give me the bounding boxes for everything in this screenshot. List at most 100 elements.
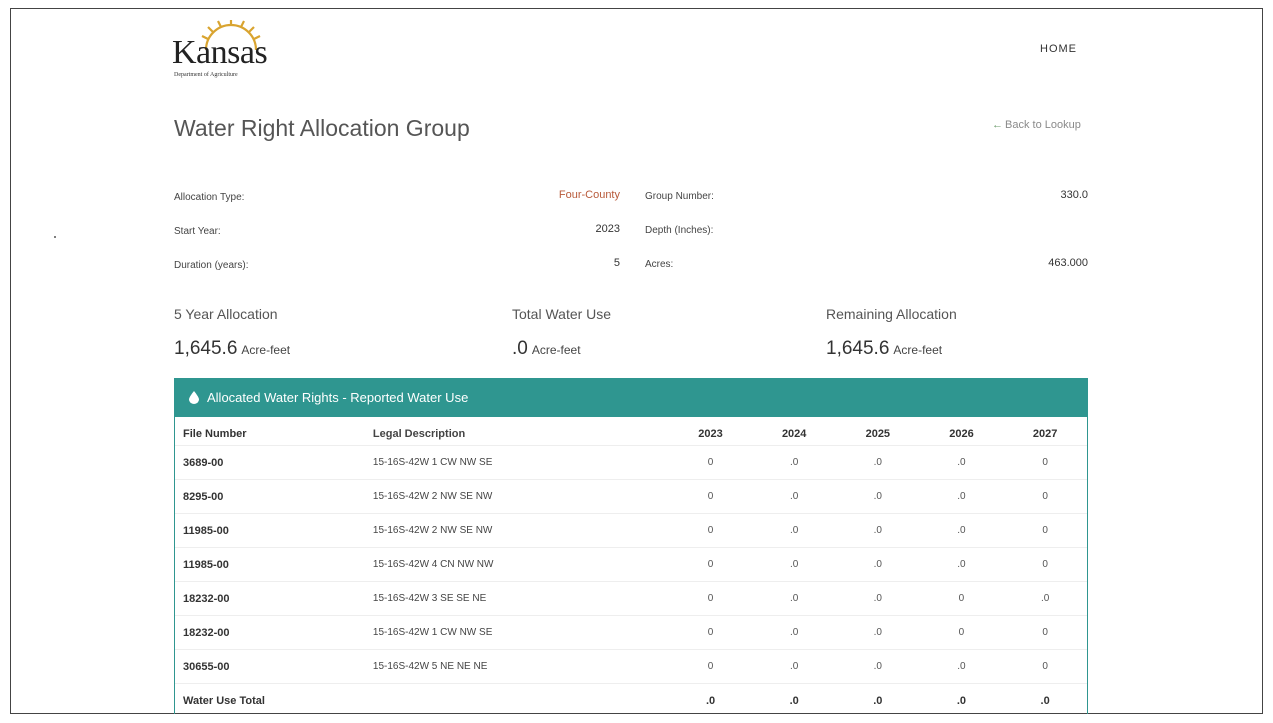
use-2027-cell: .0 xyxy=(1003,581,1087,616)
table-row: 18232-00 15-16S-42W 1 CW NW SE 0 .0 .0 0… xyxy=(175,615,1087,650)
legal-description-cell: 15-16S-42W 3 SE SE NE xyxy=(372,581,669,616)
table-row: 3689-00 15-16S-42W 1 CW NW SE 0 .0 .0 .0… xyxy=(175,445,1087,480)
use-2023-cell: 0 xyxy=(668,581,753,616)
total-2025-cell: .0 xyxy=(836,683,920,717)
legal-description-cell: 15-16S-42W 2 NW SE NW xyxy=(372,479,669,514)
use-2026-cell: 0 xyxy=(919,581,1004,616)
file-number-cell[interactable]: 18232-00 xyxy=(175,581,373,616)
total-label-cell: Water Use Total xyxy=(175,683,373,717)
table-row: 11985-00 15-16S-42W 4 CN NW NW 0 .0 .0 .… xyxy=(175,547,1087,582)
use-2026-cell: 0 xyxy=(919,615,1004,650)
use-2024-cell: .0 xyxy=(752,513,836,548)
use-2024-cell: .0 xyxy=(752,445,836,480)
use-2027-cell: 0 xyxy=(1003,445,1087,480)
logo-wordmark: Kansas xyxy=(172,34,268,71)
file-number-cell[interactable]: 3689-00 xyxy=(175,445,373,480)
use-2024-cell: .0 xyxy=(752,615,836,650)
acres-label: Acres: xyxy=(645,259,674,270)
legal-description-cell: 15-16S-42W 5 NE NE NE xyxy=(372,649,669,684)
scan-speck xyxy=(54,236,56,238)
water-use-total-row: Water Use Total .0 .0 .0 .0 .0 xyxy=(175,683,1087,717)
table-row: 8295-00 15-16S-42W 2 NW SE NW 0 .0 .0 .0… xyxy=(175,479,1087,514)
legal-description-cell: 15-16S-42W 1 CW NW SE xyxy=(372,615,669,650)
panel-title: Allocated Water Rights - Reported Water … xyxy=(207,390,469,405)
table-row: 11985-00 15-16S-42W 2 NW SE NW 0 .0 .0 .… xyxy=(175,513,1087,548)
allocation-unit: Acre-feet xyxy=(241,343,291,357)
logo-subtitle: Department of Agriculture xyxy=(174,72,238,78)
allocation-amount: 1,645.6 xyxy=(174,338,238,359)
file-number-cell[interactable]: 11985-00 xyxy=(175,547,373,582)
group-number-label: Group Number: xyxy=(645,191,714,202)
allocated-water-rights-panel: Allocated Water Rights - Reported Water … xyxy=(174,378,1088,717)
start-year-value: 2023 xyxy=(595,223,620,235)
col-year-2024: 2024 xyxy=(781,428,807,440)
remaining-unit: Acre-feet xyxy=(893,343,943,357)
file-number-cell[interactable]: 30655-00 xyxy=(175,649,373,684)
use-2023-cell: 0 xyxy=(668,615,753,650)
allocation-type-label: Allocation Type: xyxy=(174,192,245,203)
five-year-allocation-value: 1,645.6 Acre-feet xyxy=(174,338,290,360)
total-water-use-value: .0 Acre-feet xyxy=(512,338,581,360)
five-year-allocation-label: 5 Year Allocation xyxy=(174,306,278,322)
use-2025-cell: .0 xyxy=(836,513,920,548)
use-2025-cell: .0 xyxy=(836,479,920,514)
use-2027-cell: 0 xyxy=(1003,615,1087,650)
allocation-type-value: Four-County xyxy=(558,189,620,201)
use-2024-cell: .0 xyxy=(752,581,836,616)
panel-header: Allocated Water Rights - Reported Water … xyxy=(175,379,1087,417)
start-year-label: Start Year: xyxy=(174,226,221,237)
use-2026-cell: .0 xyxy=(919,547,1004,582)
use-2023-cell: 0 xyxy=(668,513,753,548)
use-2027-cell: 0 xyxy=(1003,547,1087,582)
use-2025-cell: .0 xyxy=(836,581,920,616)
kansas-agriculture-logo[interactable]: Kansas Department of Agriculture xyxy=(170,20,280,80)
use-2027-cell: 0 xyxy=(1003,649,1087,684)
use-2027-cell: 0 xyxy=(1003,513,1087,548)
col-file-number: File Number xyxy=(183,428,247,440)
total-use-unit: Acre-feet xyxy=(531,343,581,357)
depth-label: Depth (Inches): xyxy=(645,225,714,236)
total-2024-cell: .0 xyxy=(752,683,836,717)
legal-description-cell: 15-16S-42W 2 NW SE NW xyxy=(372,513,669,548)
use-2026-cell: .0 xyxy=(919,513,1004,548)
col-year-2025: 2025 xyxy=(865,428,891,440)
total-empty-cell xyxy=(372,683,669,717)
use-2026-cell: .0 xyxy=(919,649,1004,684)
total-water-use-label: Total Water Use xyxy=(512,306,612,322)
use-2025-cell: .0 xyxy=(836,547,920,582)
legal-description-cell: 15-16S-42W 1 CW NW SE xyxy=(372,445,669,480)
total-2023-cell: .0 xyxy=(668,683,753,717)
file-number-cell[interactable]: 8295-00 xyxy=(175,479,373,514)
use-2024-cell: .0 xyxy=(752,649,836,684)
use-2025-cell: .0 xyxy=(836,649,920,684)
table-header-row: File Number Legal Description 2023 2024 … xyxy=(175,423,1087,446)
water-use-table: File Number Legal Description 2023 2024 … xyxy=(175,423,1087,717)
use-2023-cell: 0 xyxy=(668,479,753,514)
col-year-2023: 2023 xyxy=(698,428,723,440)
file-number-cell[interactable]: 18232-00 xyxy=(175,615,373,650)
nav-home-link[interactable]: HOME xyxy=(1040,43,1077,55)
use-2027-cell: 0 xyxy=(1003,479,1087,514)
use-2023-cell: 0 xyxy=(668,547,753,582)
col-year-2027: 2027 xyxy=(1032,428,1058,440)
duration-value: 5 xyxy=(613,257,620,269)
table-row: 18232-00 15-16S-42W 3 SE SE NE 0 .0 .0 0… xyxy=(175,581,1087,616)
legal-description-cell: 15-16S-42W 4 CN NW NW xyxy=(372,547,669,582)
arrow-left-icon: ← xyxy=(992,119,1003,131)
back-link-label: Back to Lookup xyxy=(1005,119,1081,131)
use-2025-cell: .0 xyxy=(836,615,920,650)
acres-value: 463.000 xyxy=(1048,257,1088,269)
use-2024-cell: .0 xyxy=(752,547,836,582)
total-2027-cell: .0 xyxy=(1003,683,1087,717)
page-title: Water Right Allocation Group xyxy=(174,115,470,141)
table-row: 30655-00 15-16S-42W 5 NE NE NE 0 .0 .0 .… xyxy=(175,649,1087,684)
remaining-amount: 1,645.6 xyxy=(826,338,890,359)
use-2023-cell: 0 xyxy=(668,445,753,480)
file-number-cell[interactable]: 11985-00 xyxy=(175,513,373,548)
total-use-amount: .0 xyxy=(512,338,528,359)
remaining-allocation-label: Remaining Allocation xyxy=(826,306,957,322)
group-number-value: 330.0 xyxy=(1060,189,1088,201)
back-to-lookup-link[interactable]: ← Back to Lookup xyxy=(992,119,1081,131)
use-2023-cell: 0 xyxy=(668,649,753,684)
total-2026-cell: .0 xyxy=(919,683,1004,717)
